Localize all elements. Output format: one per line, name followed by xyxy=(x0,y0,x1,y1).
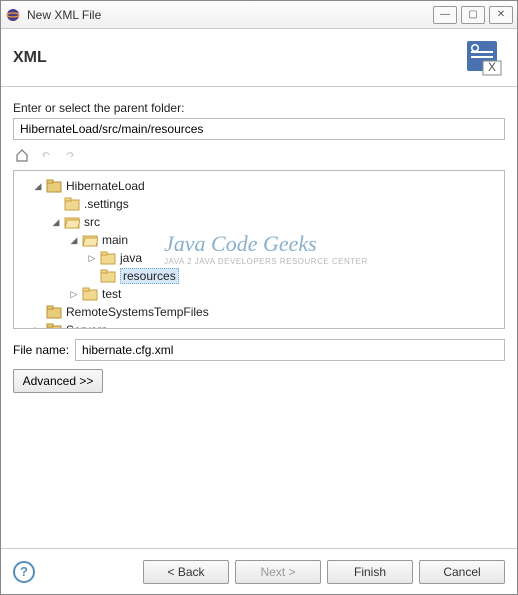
button-bar: ? < Back Next > Finish Cancel xyxy=(1,548,517,594)
chevron-right-icon[interactable]: ▷ xyxy=(32,325,44,330)
cancel-button[interactable]: Cancel xyxy=(419,560,505,584)
folder-icon xyxy=(82,287,98,301)
folder-icon xyxy=(100,251,116,265)
maximize-button[interactable]: ▢ xyxy=(461,6,485,24)
tree-node-project[interactable]: ◢HibernateLoad xyxy=(18,177,500,195)
chevron-right-icon[interactable]: ▷ xyxy=(68,289,80,300)
chevron-down-icon[interactable]: ◢ xyxy=(32,181,44,192)
folder-tree[interactable]: ◢HibernateLoad .settings ◢src ◢main ▷jav… xyxy=(13,170,505,329)
window-title: New XML File xyxy=(27,8,433,22)
project-icon xyxy=(46,323,62,329)
tree-node[interactable]: RemoteSystemsTempFiles xyxy=(18,303,500,321)
page-title: XML xyxy=(13,49,463,67)
tree-node[interactable]: ▷Servers xyxy=(18,321,500,329)
chevron-down-icon[interactable]: ◢ xyxy=(68,235,80,246)
chevron-down-icon[interactable]: ◢ xyxy=(50,217,62,228)
parent-folder-input[interactable] xyxy=(13,118,505,140)
next-button: Next > xyxy=(235,560,321,584)
finish-button[interactable]: Finish xyxy=(327,560,413,584)
eclipse-icon xyxy=(5,7,21,23)
chevron-right-icon[interactable]: ▷ xyxy=(86,253,98,264)
folder-icon xyxy=(64,197,80,211)
tree-node[interactable]: ◢main xyxy=(18,231,500,249)
wizard-banner: XML X xyxy=(1,29,517,87)
folder-open-icon xyxy=(64,215,80,229)
svg-text:X: X xyxy=(488,60,496,74)
tree-node[interactable]: ◢src xyxy=(18,213,500,231)
advanced-button[interactable]: Advanced >> xyxy=(13,369,103,393)
back-history-icon xyxy=(37,146,55,164)
home-icon[interactable] xyxy=(13,146,31,164)
help-icon[interactable]: ? xyxy=(13,561,35,583)
forward-history-icon xyxy=(61,146,79,164)
folder-icon xyxy=(100,269,116,283)
xml-file-icon: X xyxy=(463,37,505,79)
tree-node[interactable]: .settings xyxy=(18,195,500,213)
titlebar: New XML File — ▢ ✕ xyxy=(1,1,517,29)
tree-node[interactable]: ▷java xyxy=(18,249,500,267)
filename-input[interactable] xyxy=(75,339,505,361)
tree-node-selected[interactable]: resources xyxy=(18,267,500,285)
project-icon xyxy=(46,179,62,193)
parent-folder-label: Enter or select the parent folder: xyxy=(13,101,505,115)
close-button[interactable]: ✕ xyxy=(489,6,513,24)
tree-node[interactable]: ▷test xyxy=(18,285,500,303)
back-button[interactable]: < Back xyxy=(143,560,229,584)
folder-open-icon xyxy=(82,233,98,247)
minimize-button[interactable]: — xyxy=(433,6,457,24)
filename-label: File name: xyxy=(13,343,69,357)
project-icon xyxy=(46,305,62,319)
